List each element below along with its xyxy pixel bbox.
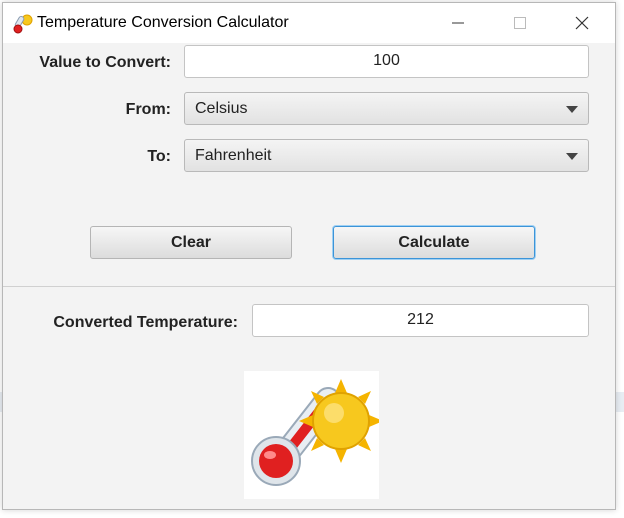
minimize-button[interactable]	[435, 3, 481, 43]
divider	[3, 286, 615, 287]
maximize-button[interactable]	[497, 3, 543, 43]
value-label: Value to Convert:	[39, 54, 171, 71]
from-selected-value: Celsius	[195, 100, 248, 117]
to-dropdown[interactable]: Fahrenheit	[184, 139, 589, 172]
maximize-icon	[514, 17, 526, 29]
close-button[interactable]	[559, 3, 605, 43]
value-input[interactable]: 100	[184, 45, 589, 78]
chevron-down-icon	[566, 106, 578, 113]
window-title: Temperature Conversion Calculator	[37, 14, 289, 31]
app-window: Temperature Conversion Calculator Value …	[2, 2, 616, 510]
thermometer-sun-image	[244, 371, 383, 499]
result-output: 212	[252, 304, 589, 337]
close-icon	[575, 16, 589, 30]
to-label: To:	[147, 148, 171, 165]
to-selected-value: Fahrenheit	[195, 147, 272, 164]
thermometer-sun-icon	[13, 14, 33, 34]
calculate-button[interactable]: Calculate	[333, 226, 535, 259]
thermometer-sun-icon	[251, 379, 383, 486]
title-bar[interactable]: Temperature Conversion Calculator	[3, 3, 615, 43]
chevron-down-icon	[566, 153, 578, 160]
result-label: Converted Temperature:	[53, 314, 238, 331]
clear-button[interactable]: Clear	[90, 226, 292, 259]
from-dropdown[interactable]: Celsius	[184, 92, 589, 125]
minimize-icon	[452, 22, 464, 24]
from-label: From:	[125, 101, 171, 118]
